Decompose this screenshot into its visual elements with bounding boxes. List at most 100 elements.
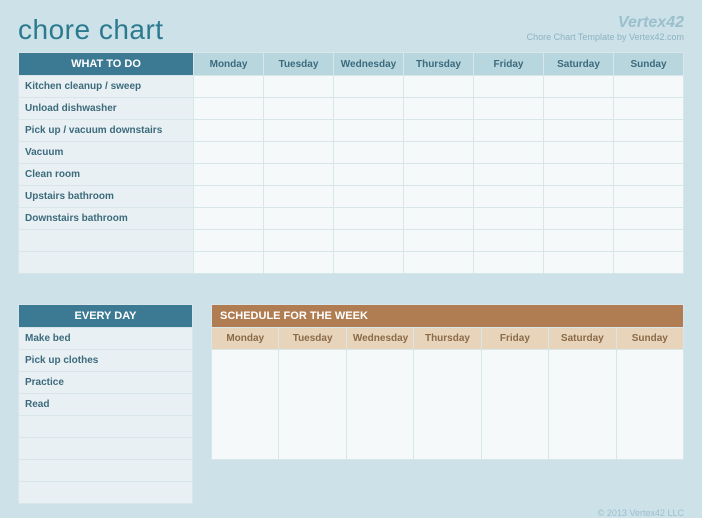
chore-table: WHAT TO DO Monday Tuesday Wednesday Thur… (18, 52, 684, 274)
what-to-do-header: WHAT TO DO (19, 53, 194, 76)
chore-cell[interactable] (264, 98, 334, 120)
chore-cell[interactable] (474, 186, 544, 208)
chore-cell[interactable] (194, 252, 264, 274)
every-day-item: Make bed (19, 328, 193, 350)
chore-cell[interactable] (544, 230, 614, 252)
chore-cell[interactable] (334, 98, 404, 120)
chore-label: Vacuum (19, 142, 194, 164)
chore-cell[interactable] (544, 186, 614, 208)
chore-label: Unload dishwasher (19, 98, 194, 120)
schedule-cell[interactable] (346, 350, 413, 460)
chore-cell[interactable] (614, 164, 684, 186)
every-day-item: Read (19, 394, 193, 416)
chore-cell[interactable] (404, 76, 474, 98)
chore-cell[interactable] (404, 208, 474, 230)
chore-cell[interactable] (544, 164, 614, 186)
chore-cell[interactable] (404, 186, 474, 208)
every-day-header: EVERY DAY (19, 305, 193, 328)
chore-cell[interactable] (194, 230, 264, 252)
day-header: Saturday (549, 328, 616, 350)
chore-cell[interactable] (474, 208, 544, 230)
chore-cell[interactable] (264, 208, 334, 230)
chore-cell[interactable] (334, 142, 404, 164)
chore-cell[interactable] (614, 208, 684, 230)
every-day-item (19, 416, 193, 438)
day-header: Friday (481, 328, 548, 350)
schedule-cell[interactable] (414, 350, 481, 460)
chore-cell[interactable] (474, 230, 544, 252)
day-header: Tuesday (264, 53, 334, 76)
every-day-item (19, 482, 193, 504)
chore-cell[interactable] (404, 252, 474, 274)
chore-cell[interactable] (264, 76, 334, 98)
chore-cell[interactable] (544, 120, 614, 142)
chore-cell[interactable] (334, 230, 404, 252)
chore-cell[interactable] (544, 252, 614, 274)
chore-label (19, 252, 194, 274)
chore-cell[interactable] (474, 142, 544, 164)
day-header: Monday (194, 53, 264, 76)
every-day-item (19, 460, 193, 482)
chore-cell[interactable] (264, 252, 334, 274)
page-title: chore chart (18, 14, 164, 46)
chore-cell[interactable] (334, 76, 404, 98)
chore-cell[interactable] (614, 76, 684, 98)
chore-cell[interactable] (264, 164, 334, 186)
chore-cell[interactable] (474, 120, 544, 142)
schedule-cell[interactable] (481, 350, 548, 460)
chore-cell[interactable] (334, 186, 404, 208)
chore-cell[interactable] (544, 76, 614, 98)
day-header: Saturday (544, 53, 614, 76)
chore-cell[interactable] (404, 164, 474, 186)
every-day-table: EVERY DAY Make bedPick up clothesPractic… (18, 304, 193, 504)
chore-cell[interactable] (194, 186, 264, 208)
chore-cell[interactable] (334, 120, 404, 142)
every-day-item: Pick up clothes (19, 350, 193, 372)
chore-cell[interactable] (264, 186, 334, 208)
chore-cell[interactable] (334, 164, 404, 186)
chore-cell[interactable] (614, 252, 684, 274)
day-header: Wednesday (334, 53, 404, 76)
day-header: Thursday (414, 328, 481, 350)
chore-cell[interactable] (404, 142, 474, 164)
chore-cell[interactable] (404, 230, 474, 252)
chore-cell[interactable] (194, 164, 264, 186)
chore-cell[interactable] (334, 208, 404, 230)
chore-cell[interactable] (544, 142, 614, 164)
day-header: Friday (474, 53, 544, 76)
chore-label: Kitchen cleanup / sweep (19, 76, 194, 98)
chore-cell[interactable] (614, 142, 684, 164)
schedule-header: SCHEDULE FOR THE WEEK (212, 305, 684, 328)
every-day-item: Practice (19, 372, 193, 394)
day-header: Wednesday (346, 328, 413, 350)
chore-cell[interactable] (474, 76, 544, 98)
schedule-cell[interactable] (212, 350, 279, 460)
chore-cell[interactable] (404, 120, 474, 142)
chore-cell[interactable] (614, 120, 684, 142)
day-header: Tuesday (279, 328, 346, 350)
chore-cell[interactable] (194, 98, 264, 120)
schedule-cell[interactable] (549, 350, 616, 460)
chore-cell[interactable] (194, 76, 264, 98)
chore-cell[interactable] (474, 98, 544, 120)
chore-cell[interactable] (194, 208, 264, 230)
chore-cell[interactable] (474, 252, 544, 274)
chore-cell[interactable] (614, 98, 684, 120)
day-header: Sunday (614, 53, 684, 76)
chore-cell[interactable] (544, 208, 614, 230)
schedule-cell[interactable] (279, 350, 346, 460)
chore-cell[interactable] (614, 186, 684, 208)
chore-cell[interactable] (614, 230, 684, 252)
chore-cell[interactable] (194, 120, 264, 142)
chore-label: Downstairs bathroom (19, 208, 194, 230)
chore-cell[interactable] (194, 142, 264, 164)
chore-cell[interactable] (264, 142, 334, 164)
chore-cell[interactable] (334, 252, 404, 274)
schedule-cell[interactable] (616, 350, 683, 460)
chore-cell[interactable] (264, 120, 334, 142)
chore-cell[interactable] (474, 164, 544, 186)
chore-cell[interactable] (404, 98, 474, 120)
chore-cell[interactable] (264, 230, 334, 252)
day-header: Thursday (404, 53, 474, 76)
chore-cell[interactable] (544, 98, 614, 120)
